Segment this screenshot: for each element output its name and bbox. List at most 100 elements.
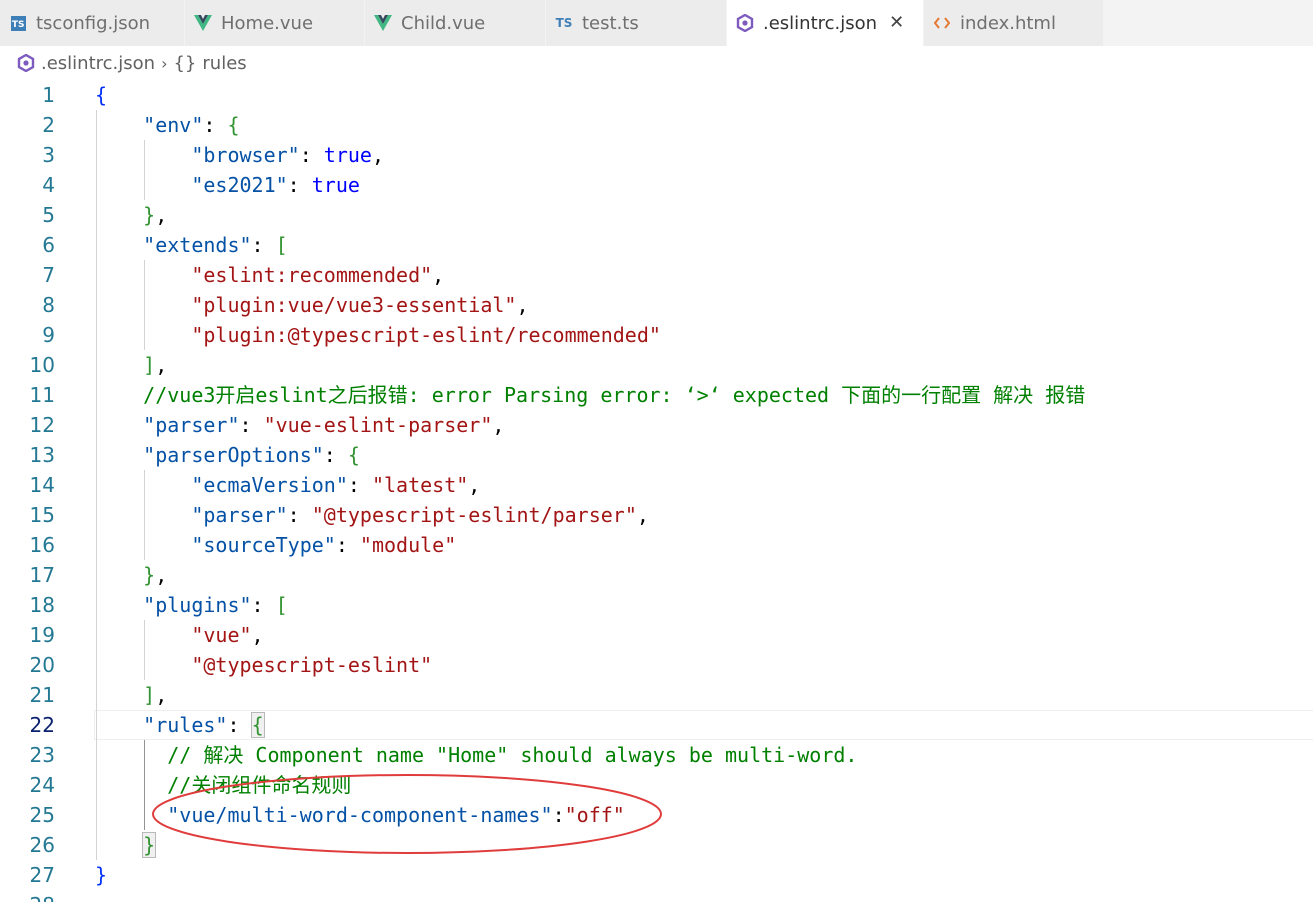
- code-line[interactable]: 19 "vue",: [0, 620, 1313, 650]
- code-text: "@typescript-eslint": [95, 650, 432, 680]
- code-text: "browser": true,: [95, 140, 384, 170]
- code-token: "vue-eslint-parser": [263, 413, 493, 437]
- tab-test-ts[interactable]: TS test.ts: [546, 0, 727, 46]
- code-line[interactable]: 5 },: [0, 200, 1313, 230]
- line-number: 4: [42, 173, 55, 197]
- code-token: "es2021": [191, 173, 288, 197]
- code-line[interactable]: 25 "vue/multi-word-component-names":"off…: [0, 800, 1313, 830]
- code-line[interactable]: 13 "parserOptions": {: [0, 440, 1313, 470]
- code-line[interactable]: 15 "parser": "@typescript-eslint/parser"…: [0, 500, 1313, 530]
- code-line[interactable]: 28: [0, 890, 1313, 902]
- line-number: 10: [29, 353, 55, 377]
- code-line[interactable]: 21 ],: [0, 680, 1313, 710]
- vue-icon: [373, 13, 393, 33]
- code-token: ,: [371, 143, 385, 167]
- code-token: true: [311, 173, 360, 197]
- code-line[interactable]: 26 }: [0, 830, 1313, 860]
- code-text: },: [95, 200, 167, 230]
- code-token: :: [299, 143, 324, 167]
- tab-index-html[interactable]: index.html: [924, 0, 1104, 46]
- code-line[interactable]: 3 "browser": true,: [0, 140, 1313, 170]
- line-number: 18: [29, 593, 55, 617]
- code-line[interactable]: 17 },: [0, 560, 1313, 590]
- code-line[interactable]: 18 "plugins": [: [0, 590, 1313, 620]
- code-line[interactable]: 9 "plugin:@typescript-eslint/recommended…: [0, 320, 1313, 350]
- code-token: "plugin:vue/vue3-essential": [191, 293, 517, 317]
- code-token: "plugin:@typescript-eslint/recommended": [191, 323, 661, 347]
- line-number: 2: [42, 113, 55, 137]
- code-token: "parserOptions": [143, 443, 324, 467]
- code-token: ]: [143, 353, 156, 377]
- code-text: },: [95, 560, 167, 590]
- code-token: ,: [492, 413, 505, 437]
- code-text: "es2021": true: [95, 170, 360, 200]
- code-token: [: [275, 593, 288, 617]
- code-line[interactable]: 12 "parser": "vue-eslint-parser",: [0, 410, 1313, 440]
- code-text: {: [95, 80, 107, 110]
- code-token: ,: [516, 293, 529, 317]
- code-line[interactable]: 16 "sourceType": "module": [0, 530, 1313, 560]
- code-token: :: [552, 803, 565, 827]
- tab-tsconfig-json[interactable]: TS tsconfig.json: [0, 0, 185, 46]
- code-text: }: [95, 830, 157, 860]
- code-text: "plugins": [: [95, 590, 288, 620]
- code-token: //关闭组件命名规则: [167, 773, 352, 797]
- typescript-config-icon: TS: [8, 13, 28, 33]
- code-line[interactable]: 23 // 解决 Component name "Home" should al…: [0, 740, 1313, 770]
- line-number: 9: [42, 323, 55, 347]
- code-line[interactable]: 2 "env": {: [0, 110, 1313, 140]
- code-text: ],: [95, 680, 167, 710]
- code-token: "off": [564, 803, 625, 827]
- tab-child-vue[interactable]: Child.vue: [365, 0, 546, 46]
- code-token: "extends": [143, 233, 252, 257]
- braces-icon: {}: [173, 52, 197, 74]
- line-number: 1: [42, 83, 55, 107]
- line-number: 13: [29, 443, 55, 467]
- editor-tab-bar: TS tsconfig.json Home.vue Child.vue TS t…: [0, 0, 1313, 46]
- typescript-icon: TS: [555, 16, 573, 30]
- code-line[interactable]: 22 "rules": {: [0, 710, 1313, 740]
- code-token: {: [95, 83, 108, 107]
- code-token: :: [323, 443, 348, 467]
- code-line[interactable]: 1{: [0, 80, 1313, 110]
- code-line[interactable]: 7 "eslint:recommended",: [0, 260, 1313, 290]
- code-text: //vue3开启eslint之后报错: error Parsing error:…: [95, 380, 1085, 410]
- tab-home-vue[interactable]: Home.vue: [185, 0, 365, 46]
- code-token: :: [239, 413, 264, 437]
- line-number: 25: [29, 803, 55, 827]
- code-line[interactable]: 27}: [0, 860, 1313, 890]
- code-token: :: [335, 533, 360, 557]
- code-line[interactable]: 11 //vue3开启eslint之后报错: error Parsing err…: [0, 380, 1313, 410]
- code-line[interactable]: 8 "plugin:vue/vue3-essential",: [0, 290, 1313, 320]
- code-line[interactable]: 20 "@typescript-eslint": [0, 650, 1313, 680]
- breadcrumb-file[interactable]: .eslintrc.json: [41, 53, 155, 74]
- code-editor[interactable]: 1{2 "env": {3 "browser": true, 4 "es2021"…: [0, 80, 1313, 902]
- code-line[interactable]: 24 //关闭组件命名规则: [0, 770, 1313, 800]
- breadcrumb-symbol[interactable]: rules: [202, 53, 246, 74]
- code-token: "ecmaVersion": [191, 473, 348, 497]
- line-number: 12: [29, 413, 55, 437]
- vue-icon: [193, 13, 213, 33]
- code-line[interactable]: 14 "ecmaVersion": "latest",: [0, 470, 1313, 500]
- code-line[interactable]: 10 ],: [0, 350, 1313, 380]
- code-token: :: [251, 233, 276, 257]
- tab-eslintrc-json[interactable]: .eslintrc.json ✕: [727, 0, 924, 46]
- line-number: 5: [42, 203, 55, 227]
- close-icon[interactable]: ✕: [889, 14, 904, 32]
- code-line[interactable]: 4 "es2021": true: [0, 170, 1313, 200]
- code-line[interactable]: 6 "extends": [: [0, 230, 1313, 260]
- code-text: "plugin:@typescript-eslint/recommended": [95, 320, 661, 350]
- code-token: :: [287, 503, 312, 527]
- code-text: }: [95, 860, 107, 890]
